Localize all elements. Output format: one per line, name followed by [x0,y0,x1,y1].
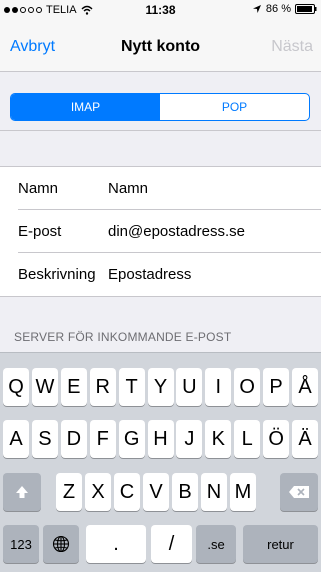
battery-icon [295,4,317,14]
next-button[interactable]: Nästa [271,38,313,56]
key-z[interactable]: Z [56,473,82,511]
email-field[interactable]: din@epostadress.se [108,223,245,240]
key-n[interactable]: N [201,473,227,511]
key-t[interactable]: T [118,368,145,406]
key-e[interactable]: E [60,368,87,406]
key-ö[interactable]: Ö [263,420,290,458]
key-p[interactable]: P [263,368,290,406]
key-f[interactable]: F [89,420,116,458]
keyboard: QWERTYUIOPÅ ASDFGHJKLÖÄ ZXCVBNM 123 . / … [0,352,321,572]
account-form: Namn Namn E-post din@epostadress.se Besk… [0,166,321,297]
location-arrow-icon [252,5,261,13]
shift-arrow-icon [16,486,28,498]
key-m[interactable]: M [230,473,256,511]
status-right: 86 % [252,3,317,15]
slash-key[interactable]: / [151,525,192,563]
key-l[interactable]: L [234,420,261,458]
name-label: Namn [18,180,59,197]
dot-se-key[interactable]: .se [196,525,236,563]
section-separator [0,130,321,166]
shift-key[interactable] [3,473,41,511]
segment-imap[interactable]: IMAP [11,94,160,120]
key-w[interactable]: W [31,368,58,406]
key-i[interactable]: I [205,368,232,406]
key-u[interactable]: U [176,368,203,406]
key-x[interactable]: X [85,473,111,511]
form-row-name[interactable]: Namn Namn [0,167,321,210]
globe-icon [52,535,70,553]
email-label: E-post [18,223,62,240]
description-label: Beskrivning [18,266,96,283]
numbers-key[interactable]: 123 [3,525,39,563]
battery-percent: 86 % [265,3,291,15]
description-field[interactable]: Epostadress [108,266,191,283]
dot-key[interactable]: . [86,525,146,563]
key-g[interactable]: G [118,420,145,458]
key-q[interactable]: Q [3,368,29,406]
return-key[interactable]: retur [243,525,318,563]
globe-key[interactable] [43,525,79,563]
key-ä[interactable]: Ä [292,420,318,458]
backspace-icon [289,486,309,498]
incoming-server-section-header: SERVER FÖR INKOMMANDE E-POST [14,330,232,344]
key-h[interactable]: H [147,420,174,458]
name-field[interactable]: Namn [108,180,148,197]
key-k[interactable]: K [205,420,232,458]
key-y[interactable]: Y [147,368,174,406]
key-v[interactable]: V [143,473,169,511]
key-j[interactable]: J [176,420,203,458]
account-type-segmented-control: IMAP POP [10,93,310,121]
key-d[interactable]: D [60,420,87,458]
key-a[interactable]: A [3,420,29,458]
key-r[interactable]: R [89,368,116,406]
navigation-bar: Avbryt Nytt konto Nästa [0,20,321,72]
backspace-key[interactable] [280,473,318,511]
key-o[interactable]: O [234,368,261,406]
form-row-email[interactable]: E-post din@epostadress.se [0,210,321,253]
key-c[interactable]: C [114,473,140,511]
form-row-description[interactable]: Beskrivning Epostadress [0,253,321,296]
key-å[interactable]: Å [292,368,318,406]
segment-pop[interactable]: POP [160,94,309,120]
status-bar: TELIA 11:38 86 % [0,0,321,20]
key-b[interactable]: B [172,473,198,511]
key-s[interactable]: S [31,420,58,458]
